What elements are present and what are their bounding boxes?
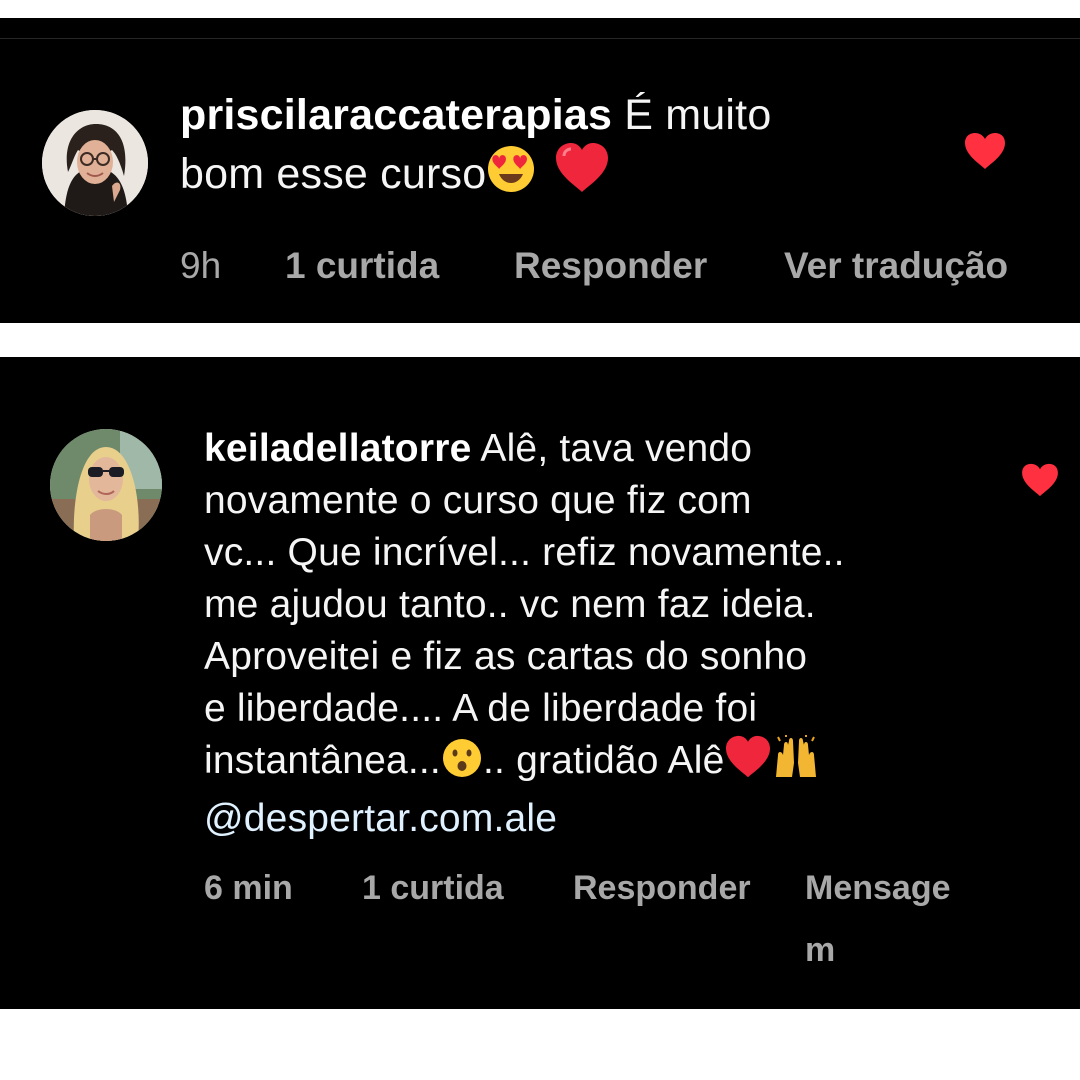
profile-photo-icon [50, 429, 162, 541]
likes-count-link[interactable]: 1 curtida [362, 857, 504, 919]
raising-hands-emoji-icon [772, 734, 820, 793]
heart-icon [965, 133, 1005, 169]
heart-icon [1022, 463, 1058, 497]
avatar[interactable] [50, 429, 162, 541]
comment-text: priscilaraccaterapias É muito bom esse c… [180, 88, 880, 207]
red-heart-emoji-icon [724, 735, 772, 793]
comment-text-segment: bom esse curso [180, 150, 487, 198]
comment-text-segment: É muito [612, 91, 772, 139]
divider [0, 38, 1080, 39]
username-link[interactable]: priscilaraccaterapias [180, 91, 612, 139]
comment-text-line: Aproveitei e fiz as cartas do sonho [204, 635, 808, 678]
comment-text-line: me ajudou tanto.. vc nem faz ideia. [204, 583, 816, 626]
heart-eyes-emoji-icon [486, 144, 536, 207]
likes-count-link[interactable]: 1 curtida [285, 244, 439, 288]
comment-text: keiladellatorre Alê, tava vendo novament… [204, 423, 924, 845]
username-link[interactable]: keiladellatorre [204, 427, 471, 470]
like-button[interactable] [1021, 463, 1059, 497]
reply-button[interactable]: Responder [573, 857, 751, 919]
comment-text-line: e liberdade.... A de liberdade foi [204, 687, 758, 730]
reply-button[interactable]: Responder [514, 244, 707, 288]
profile-photo-icon [42, 110, 148, 216]
see-translation-button[interactable]: Ver tradução [784, 244, 1008, 288]
like-button[interactable] [964, 132, 1006, 170]
comment-card-1: priscilaraccaterapias É muito bom esse c… [0, 18, 1080, 323]
red-heart-emoji-icon [554, 142, 610, 207]
avatar[interactable] [42, 110, 148, 216]
comment-text-line: novamente o curso que fiz com [204, 479, 752, 522]
hushed-face-emoji-icon [441, 737, 483, 793]
timestamp: 9h [180, 245, 222, 286]
timestamp: 6 min [204, 869, 293, 907]
comment-text-line: vc... Que incrível... refiz novamente.. [204, 531, 845, 574]
comment-text-segment: instantânea... [204, 739, 441, 782]
mention-link[interactable]: @despertar.com.ale [204, 797, 557, 840]
comment-text-segment: .. gratidão Alê [482, 739, 725, 782]
message-button[interactable]: Mensagem [805, 857, 975, 981]
comment-card-2: keiladellatorre Alê, tava vendo novament… [0, 357, 1080, 1009]
comment-text-segment: Alê, tava vendo [471, 427, 753, 470]
